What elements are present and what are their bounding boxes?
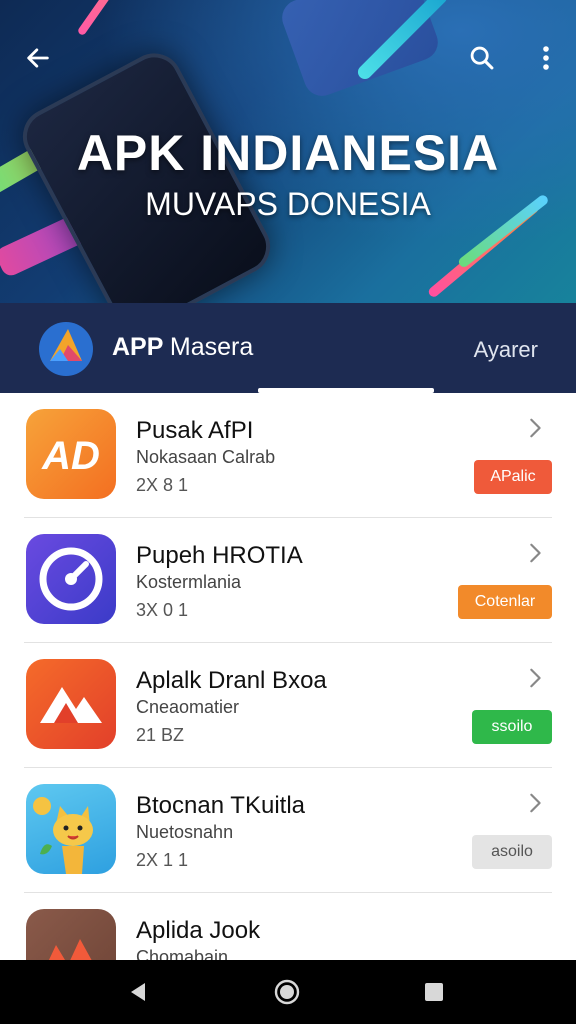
decorative-streak [76,0,187,37]
app-title: Pupeh HROTIA [136,542,303,569]
app-subtitle: Nuetosnahn [136,822,234,842]
nav-back-button[interactable] [122,976,154,1008]
app-subtitle: Cneaomatier [136,697,240,717]
nav-home-button[interactable] [271,976,303,1008]
app-title: Aplida Jook [136,917,261,944]
app-title: Pusak AfPI [136,417,254,444]
list-item[interactable]: Btocnan TKuitla Nuetosnahn 2X 1 1 asoilo [0,768,576,892]
circle-home-icon [274,979,300,1005]
app-subtitle: Kostermlania [136,572,242,592]
chevron-right-icon [530,543,541,563]
chevron-right-icon [530,793,541,813]
app-title: Btocnan TKuitla [136,792,305,819]
banner-subtitle: MUVAPS DONESIA [145,186,431,222]
list-item[interactable]: AD Pusak AfPI Nokasaan Calrab 2X 8 1 APa… [0,393,576,517]
list-item[interactable]: Aplalk Dranl Bxoa Cneaomatier 21 BZ ssoi… [0,643,576,767]
tab-bar: APP Masera Ayarer [0,303,576,393]
brand-bold: APP [112,333,163,361]
app-meta: 3X 0 1 [136,600,189,620]
app-meta: 21 BZ [136,725,185,745]
banner-title: APK INDIANESIA [76,125,500,181]
list-item[interactable]: Pupeh HROTIA Kostermlania 3X 0 1 Cotenla… [0,518,576,642]
arrow-left-icon [27,48,49,68]
overflow-menu-button[interactable] [526,38,566,78]
status-badge[interactable]: APalic [474,460,552,494]
search-button[interactable] [462,38,502,78]
nav-recents-button[interactable] [418,976,450,1008]
mountain-app-icon [26,659,116,749]
app-logo-icon [39,322,93,376]
search-icon [470,46,494,70]
hero-banner: APK INDIANESIA MUVAPS DONESIA [0,0,576,305]
triangle-back-icon [131,983,145,1001]
tab-right-label[interactable]: Ayarer [474,337,538,363]
status-badge[interactable]: ssoilo [472,710,552,744]
ad-app-icon: AD [26,409,116,499]
list-item[interactable]: Aplida Jook Chomabain [0,893,576,960]
app-title: Aplalk Dranl Bxoa [136,667,327,694]
chevron-right-icon [530,418,541,438]
cat-app-icon [26,784,116,874]
svg-text:AD: AD [41,434,100,478]
red-peak-app-icon [26,909,116,960]
brand-name: APP Masera [112,333,253,362]
square-recents-icon [425,983,443,1001]
app-subtitle: Nokasaan Calrab [136,447,276,467]
back-button[interactable] [18,38,58,78]
more-vertical-icon [543,46,549,70]
app-subtitle: Chomabain [136,947,229,960]
status-badge[interactable]: asoilo [472,835,552,869]
status-badge[interactable]: Cotenlar [458,585,552,619]
app-meta: 2X 1 1 [136,850,189,870]
chevron-right-icon [530,668,541,688]
dial-app-icon [26,534,116,624]
brand-light: Masera [169,333,254,361]
system-navigation-bar [0,960,576,1024]
app-meta: 2X 8 1 [136,475,189,495]
